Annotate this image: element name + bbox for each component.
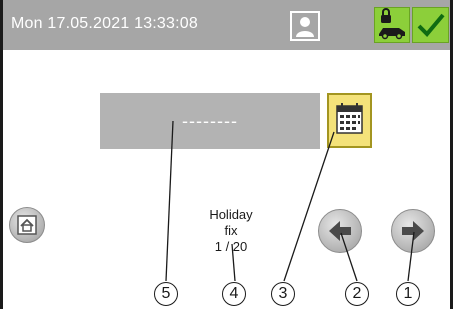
callout-1: 1 [396, 282, 420, 306]
callout-lines [165, 120, 415, 282]
callout-3: 3 [271, 282, 295, 306]
callout-5: 5 [154, 282, 178, 306]
callout-4: 4 [222, 282, 246, 306]
callout-2: 2 [345, 282, 369, 306]
